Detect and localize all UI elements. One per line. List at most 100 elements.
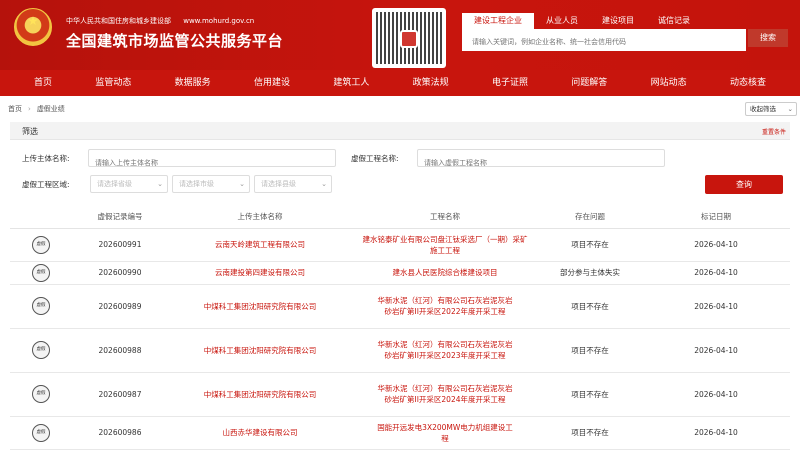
breadcrumb: 首页 › 虚假业绩 — [8, 104, 65, 114]
breadcrumb-home[interactable]: 首页 — [8, 105, 22, 113]
nav-faq[interactable]: 问题解答 — [571, 70, 607, 96]
badge-cell: 虚假 — [10, 261, 72, 285]
project-label: 虚假工程名称: — [351, 154, 399, 163]
reset-filters-link[interactable]: 重置条件 — [762, 127, 786, 136]
qr-code — [372, 8, 446, 68]
issue-text: 项目不存在 — [538, 416, 642, 450]
badge-cell: 虚假 — [10, 372, 72, 417]
column-header-uploader: 上传主体名称 — [168, 206, 352, 229]
false-stamp-icon: 虚假 — [32, 385, 50, 403]
tab-projects[interactable]: 建设项目 — [590, 13, 646, 29]
mark-date: 2026-04-10 — [642, 372, 790, 417]
uploader-link[interactable]: 中煤科工集团沈阳研究院有限公司 — [168, 328, 352, 373]
issue-text: 项目不存在 — [538, 284, 642, 329]
collapse-filter-select[interactable]: 收起筛选 ⌄ — [745, 102, 797, 116]
tab-construction-enterprise[interactable]: 建设工程企业 — [462, 13, 534, 29]
table-header-row: 虚假记录编号 上传主体名称 工程名称 存在问题 标记日期 — [10, 206, 790, 229]
qr-pattern — [376, 12, 442, 64]
mark-date: 2026-04-10 — [642, 416, 790, 450]
city-select[interactable]: 请选择市级 ⌄ — [172, 175, 250, 193]
badge-cell: 虚假 — [10, 228, 72, 262]
province-select-value: 请选择省级 — [97, 180, 132, 188]
record-id: 202600988 — [72, 328, 168, 373]
chevron-down-icon: ⌄ — [321, 180, 327, 188]
nav-credit-building[interactable]: 信用建设 — [254, 70, 290, 96]
mark-date: 2026-04-10 — [642, 284, 790, 329]
project-link[interactable]: 建水铭泰矿业有限公司盘江钛采选厂（一期）采矿施工工程 — [352, 228, 538, 262]
filter-title: 筛选 — [22, 127, 38, 136]
false-stamp-icon: 虚假 — [32, 297, 50, 315]
issue-text: 项目不存在 — [538, 372, 642, 417]
filter-header: 筛选 重置条件 — [10, 122, 790, 140]
project-field — [417, 149, 665, 171]
site-url[interactable]: www.mohurd.gov.cn — [183, 17, 254, 25]
uploader-label: 上传主体名称: — [22, 154, 70, 163]
chevron-down-icon: ⌄ — [239, 180, 245, 188]
site-title[interactable]: 全国建筑市场监管公共服务平台 — [66, 30, 283, 51]
badge-cell: 虚假 — [10, 284, 72, 329]
uploader-link[interactable]: 中煤科工集团沈阳研究院有限公司 — [168, 284, 352, 329]
nav-regulatory-news[interactable]: 监管动态 — [95, 70, 131, 96]
nav-policies[interactable]: 政策法规 — [413, 70, 449, 96]
project-link[interactable]: 华新水泥（红河）有限公司石灰岩泥灰岩砂岩矿第II开采区2024年度开采工程 — [352, 372, 538, 417]
qr-logo-icon — [400, 30, 418, 48]
table-row: 虚假 202600986 山西赤华建设有限公司 国能开远发电3X200MW电力机… — [10, 416, 790, 450]
province-select[interactable]: 请选择省级 ⌄ — [90, 175, 168, 193]
uploader-link[interactable]: 云南天岭建筑工程有限公司 — [168, 228, 352, 262]
badge-cell: 虚假 — [10, 328, 72, 373]
search-button[interactable]: 搜索 — [748, 29, 788, 47]
nav-dynamic-verification[interactable]: 动态核查 — [730, 70, 766, 96]
record-id: 202600989 — [72, 284, 168, 329]
project-link[interactable]: 华新水泥（红河）有限公司石灰岩泥灰岩砂岩矿第II开采区2022年度开采工程 — [352, 284, 538, 329]
issue-text: 项目不存在 — [538, 228, 642, 262]
tab-credit-records[interactable]: 诚信记录 — [646, 13, 702, 29]
mark-date: 2026-04-10 — [642, 228, 790, 262]
column-header-date: 标记日期 — [642, 206, 790, 229]
national-emblem-icon: ★ — [14, 8, 52, 46]
results-table: 虚假记录编号 上传主体名称 工程名称 存在问题 标记日期 虚假 20260099… — [10, 206, 790, 450]
main-nav: 首页 监管动态 数据服务 信用建设 建筑工人 政策法规 电子证照 问题解答 网站… — [0, 70, 800, 96]
city-select-value: 请选择市级 — [179, 180, 214, 188]
project-input[interactable] — [418, 155, 664, 171]
column-header-issue: 存在问题 — [538, 206, 642, 229]
table-row: 虚假 202600988 中煤科工集团沈阳研究院有限公司 华新水泥（红河）有限公… — [10, 328, 790, 373]
nav-construction-workers[interactable]: 建筑工人 — [333, 70, 369, 96]
query-button[interactable]: 查询 — [705, 175, 783, 194]
record-id: 202600990 — [72, 261, 168, 285]
column-header-project: 工程名称 — [352, 206, 538, 229]
project-link[interactable]: 华新水泥（红河）有限公司石灰岩泥灰岩砂岩矿第II开采区2023年度开采工程 — [352, 328, 538, 373]
nav-e-certificates[interactable]: 电子证照 — [492, 70, 528, 96]
false-stamp-icon: 虚假 — [32, 341, 50, 359]
chevron-down-icon: ⌄ — [787, 105, 793, 113]
site-header: ★ 中华人民共和国住房和城乡建设部 www.mohurd.gov.cn 全国建筑… — [0, 0, 800, 70]
issue-text: 项目不存在 — [538, 328, 642, 373]
project-link[interactable]: 国能开远发电3X200MW电力机组建设工程 — [352, 416, 538, 450]
breadcrumb-separator-icon: › — [28, 105, 31, 113]
search-tabs: 建设工程企业 从业人员 建设项目 诚信记录 — [462, 13, 702, 29]
false-stamp-icon: 虚假 — [32, 235, 50, 254]
mark-date: 2026-04-10 — [642, 328, 790, 373]
nav-site-news[interactable]: 网站动态 — [651, 70, 687, 96]
chevron-down-icon: ⌄ — [157, 180, 163, 188]
nav-home[interactable]: 首页 — [34, 70, 52, 96]
false-stamp-icon: 虚假 — [32, 423, 50, 442]
uploader-link[interactable]: 中煤科工集团沈阳研究院有限公司 — [168, 372, 352, 417]
false-stamp-icon: 虚假 — [32, 263, 50, 282]
uploader-link[interactable]: 云南建投第四建设有限公司 — [168, 261, 352, 285]
breadcrumb-current: 虚假业绩 — [36, 105, 65, 113]
collapse-filter-label: 收起筛选 — [750, 105, 776, 113]
search-input[interactable] — [462, 33, 746, 51]
project-link[interactable]: 建水县人民医院综合楼建设项目 — [352, 261, 538, 285]
county-select-value: 请选择县级 — [261, 180, 296, 188]
table-row: 虚假 202600990 云南建投第四建设有限公司 建水县人民医院综合楼建设项目… — [10, 261, 790, 285]
badge-cell: 虚假 — [10, 416, 72, 450]
record-id: 202600991 — [72, 228, 168, 262]
uploader-input[interactable] — [89, 155, 335, 171]
ministry-label: 中华人民共和国住房和城乡建设部 — [66, 17, 171, 25]
uploader-link[interactable]: 山西赤华建设有限公司 — [168, 416, 352, 450]
county-select[interactable]: 请选择县级 ⌄ — [254, 175, 332, 193]
ministry-name: 中华人民共和国住房和城乡建设部 www.mohurd.gov.cn — [66, 16, 254, 26]
nav-data-service[interactable]: 数据服务 — [175, 70, 211, 96]
tab-practitioners[interactable]: 从业人员 — [534, 13, 590, 29]
column-header-badge — [10, 206, 72, 229]
